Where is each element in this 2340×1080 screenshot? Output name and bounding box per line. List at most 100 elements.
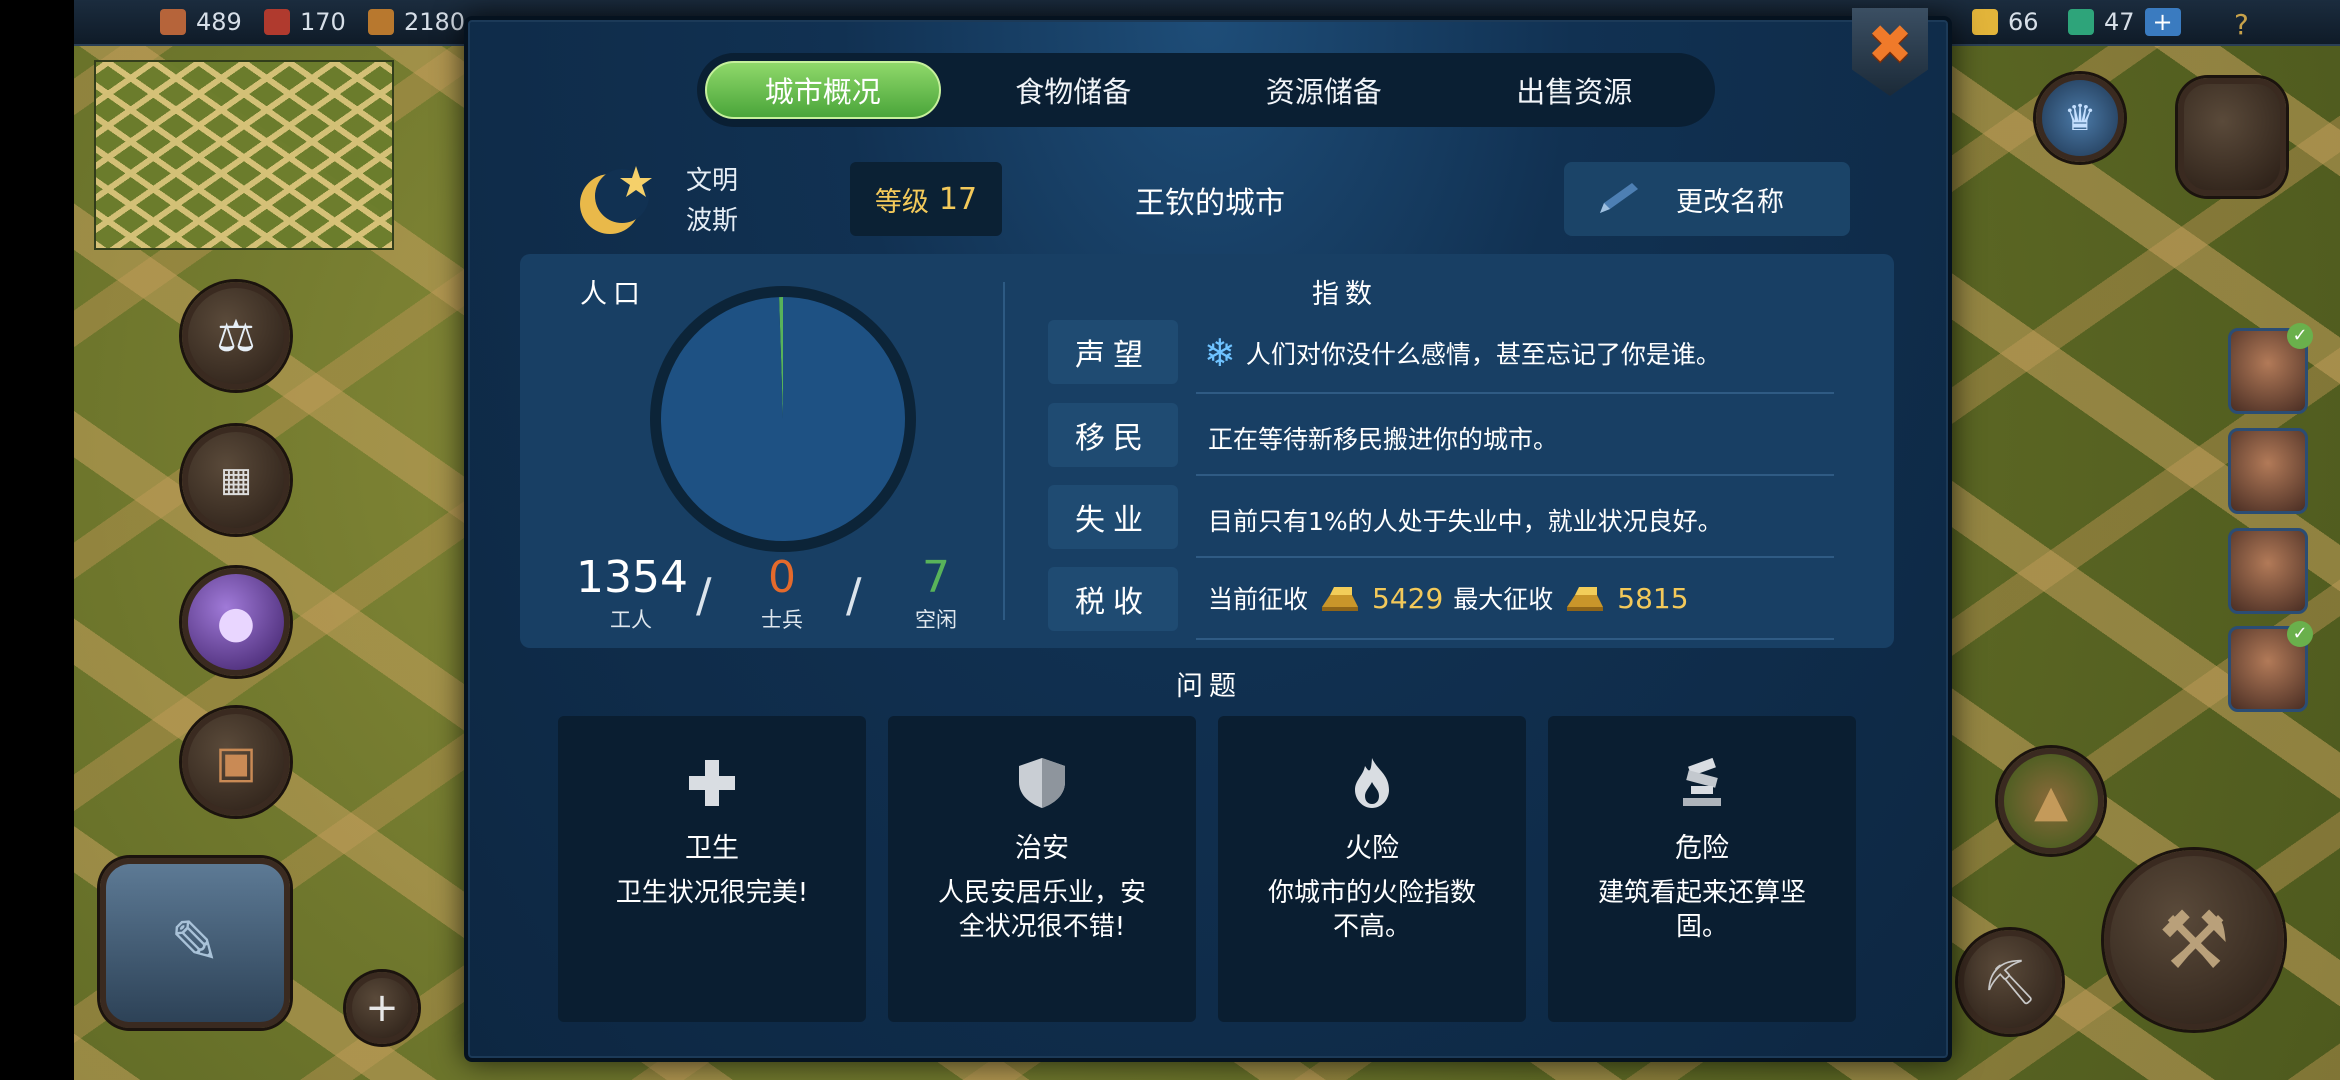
immigration-text: 正在等待新移民搬进你的城市。 bbox=[1208, 425, 1559, 454]
health-cross-icon bbox=[689, 760, 735, 806]
help-button[interactable]: ? bbox=[2234, 8, 2249, 41]
collapse-icon bbox=[1683, 757, 1721, 806]
problem-card-fire-risk: 火险 你城市的火险指数不高。 bbox=[1218, 716, 1526, 1022]
resource-gold: 66 bbox=[1972, 8, 2039, 36]
soldiers-label: 士兵 bbox=[761, 608, 803, 632]
advisor-portrait-2[interactable] bbox=[2228, 428, 2308, 514]
problem-card-security: 治安 人民安居乐业，安全状况很不错! bbox=[888, 716, 1196, 1022]
planks-icon bbox=[368, 9, 394, 35]
tax-max-label: 最大征收 bbox=[1453, 585, 1554, 614]
calendar-button[interactable]: ▦ bbox=[182, 426, 290, 534]
backpack-button[interactable]: ▣ bbox=[182, 708, 290, 816]
close-icon: ✖ bbox=[1867, 13, 1913, 76]
gold-bars-icon bbox=[1972, 9, 1998, 35]
sanitation-desc: 卫生状况很完美! bbox=[615, 878, 809, 908]
prestige-row: ❄ 人们对你没什么感情，甚至忘记了你是谁。 bbox=[1204, 334, 1721, 372]
idle-stat: 7 空闲 bbox=[896, 556, 976, 634]
soldiers-stat: 0 士兵 bbox=[742, 556, 822, 634]
minimap[interactable] bbox=[94, 60, 394, 250]
advisor-portrait-1[interactable]: ✓ bbox=[2228, 323, 2313, 414]
unemployment-label: 失业 bbox=[1048, 485, 1178, 549]
resource-wood: 489 bbox=[160, 8, 242, 36]
unemployment-text: 目前只有1%的人处于失业中，就业状况良好。 bbox=[1208, 507, 1723, 536]
danger-desc: 建筑看起来还算坚固。 bbox=[1597, 878, 1806, 942]
gold-bar-icon bbox=[1567, 587, 1604, 611]
tax-row: 当前征收 5429 最大征收 5815 bbox=[1208, 580, 1689, 616]
crown-icon: ♛ bbox=[2063, 97, 2097, 139]
world-globe-button[interactable]: ♛ bbox=[2036, 74, 2124, 162]
hill-icon: ▲ bbox=[2034, 775, 2068, 827]
prestige-label: 声望 bbox=[1048, 320, 1178, 384]
danger-title: 危险 bbox=[1675, 833, 1729, 864]
buy-gems-button[interactable]: + bbox=[2144, 8, 2181, 36]
scales-icon: ⚖ bbox=[216, 310, 256, 362]
row-divider bbox=[1196, 638, 1834, 640]
civilization-label: 文明 bbox=[686, 166, 739, 196]
fire-risk-title: 火险 bbox=[1345, 833, 1399, 864]
hammer-icon: ⚒ bbox=[2158, 893, 2230, 987]
calendar-icon: ▦ bbox=[219, 460, 253, 500]
magic-orb-button[interactable]: ● bbox=[182, 568, 290, 676]
prestige-text: 人们对你没什么感情，甚至忘记了你是谁。 bbox=[1245, 340, 1721, 369]
advisor-portrait-4[interactable]: ✓ bbox=[2228, 621, 2313, 712]
crescent-star-emblem-icon bbox=[580, 166, 652, 234]
shield-icon bbox=[1019, 758, 1065, 808]
city-level-badge: 等级 17 bbox=[850, 162, 1002, 236]
fire-risk-desc: 你城市的火险指数不高。 bbox=[1267, 878, 1476, 942]
security-title: 治安 bbox=[1015, 833, 1069, 864]
tab-food-storage[interactable]: 食物储备 bbox=[956, 61, 1191, 119]
emerald-icon bbox=[2068, 9, 2094, 35]
wood-cube-icon bbox=[160, 9, 186, 35]
snowflake-icon: ❄ bbox=[1204, 331, 1236, 375]
rename-label: 更改名称 bbox=[1676, 186, 1784, 218]
sanitation-title: 卫生 bbox=[685, 833, 739, 864]
shovel-button[interactable]: ⛏ bbox=[1958, 930, 2062, 1034]
row-divider bbox=[1196, 474, 1834, 476]
problem-card-sanitation: 卫生 卫生状况很完美! bbox=[558, 716, 866, 1022]
level-value: 17 bbox=[938, 181, 978, 217]
tab-city-overview[interactable]: 城市概况 bbox=[705, 61, 941, 119]
shovel-icon: ⛏ bbox=[1982, 957, 2038, 1008]
immigration-label: 移民 bbox=[1048, 403, 1178, 467]
orb-icon: ● bbox=[216, 596, 256, 648]
separator-2: / bbox=[846, 568, 862, 622]
idle-count: 7 bbox=[922, 552, 950, 603]
workers-stat: 1354 工人 bbox=[576, 552, 688, 634]
build-hammer-button[interactable]: ⚒ bbox=[2104, 850, 2284, 1030]
population-pie-chart bbox=[650, 286, 916, 552]
indices-title: 指数 bbox=[1312, 279, 1378, 310]
resource-emerald: 47 + bbox=[2068, 8, 2181, 36]
backpack-icon: ▣ bbox=[215, 736, 257, 788]
civilization-name: 波斯 bbox=[686, 206, 739, 236]
tab-resource-storage[interactable]: 资源储备 bbox=[1206, 61, 1441, 119]
stats-divider bbox=[1003, 282, 1005, 620]
rename-city-button[interactable]: 更改名称 bbox=[1564, 162, 1850, 236]
blueprint-map-button[interactable]: ✎ bbox=[100, 858, 290, 1028]
idle-label: 空闲 bbox=[915, 608, 957, 632]
terrain-button[interactable]: ▲ bbox=[1998, 748, 2104, 854]
scales-button[interactable]: ⚖ bbox=[182, 282, 290, 390]
population-title: 人口 bbox=[580, 279, 646, 310]
brick-icon bbox=[264, 9, 290, 35]
advisor-portrait-3[interactable] bbox=[2228, 528, 2308, 614]
tax-current-label: 当前征收 bbox=[1208, 585, 1309, 614]
problem-card-danger: 危险 建筑看起来还算坚固。 bbox=[1548, 716, 1856, 1022]
pencil-icon bbox=[1600, 183, 1638, 213]
tab-bar: 城市概况 食物储备 资源储备 出售资源 bbox=[697, 53, 1715, 127]
player-avatar[interactable] bbox=[2178, 78, 2286, 196]
plus-icon: + bbox=[365, 985, 399, 1031]
pie-slice-workers bbox=[661, 297, 905, 541]
city-name: 王钦的城市 bbox=[1135, 186, 1285, 221]
workers-count: 1354 bbox=[576, 552, 688, 603]
security-desc: 人民安居乐业，安全状况很不错! bbox=[937, 878, 1146, 942]
tax-current-value: 5429 bbox=[1372, 581, 1444, 615]
tab-sell-resources[interactable]: 出售资源 bbox=[1457, 61, 1692, 119]
add-button[interactable]: + bbox=[346, 972, 418, 1044]
blueprint-icon: ✎ bbox=[169, 908, 221, 978]
separator-1: / bbox=[696, 568, 712, 622]
row-divider bbox=[1196, 392, 1834, 394]
level-label: 等级 bbox=[874, 186, 929, 218]
gold-bar-icon bbox=[1322, 587, 1359, 611]
planks-count: 2180 bbox=[404, 8, 466, 36]
resource-brick: 170 bbox=[264, 8, 346, 36]
